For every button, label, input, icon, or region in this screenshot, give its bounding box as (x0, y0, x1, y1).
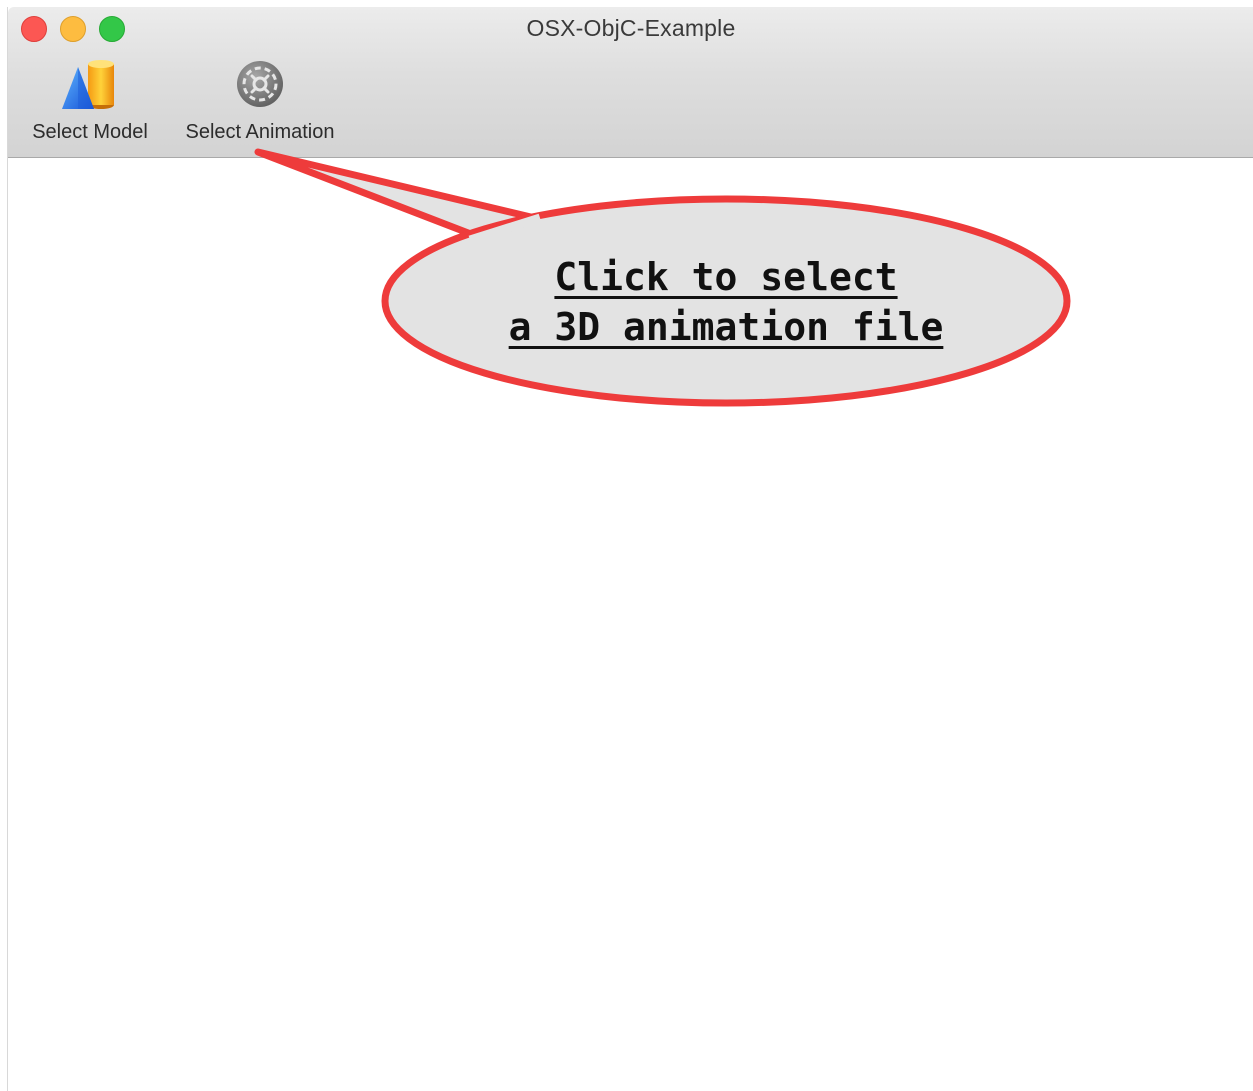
animation-gear-icon (237, 61, 283, 107)
select-model-label: Select Model (32, 121, 148, 143)
select-animation-button[interactable]: Select Animation (172, 55, 348, 144)
titlebar-toolbar: OSX-ObjC-Example Select Model Select Ani… (8, 7, 1253, 158)
callout-message: Click to select a 3D animation file (386, 252, 1066, 352)
page: OSX-ObjC-Example Select Model Select Ani… (0, 0, 1253, 1091)
model-shapes-icon (62, 60, 114, 109)
select-animation-label: Select Animation (185, 121, 335, 143)
select-model-button[interactable]: Select Model (22, 55, 158, 144)
app-window: OSX-ObjC-Example Select Model Select Ani… (7, 7, 1253, 1091)
callout-line-2: a 3D animation file (508, 305, 944, 349)
window-title: OSX-ObjC-Example (526, 15, 736, 41)
callout-line-1: Click to select (554, 255, 898, 299)
